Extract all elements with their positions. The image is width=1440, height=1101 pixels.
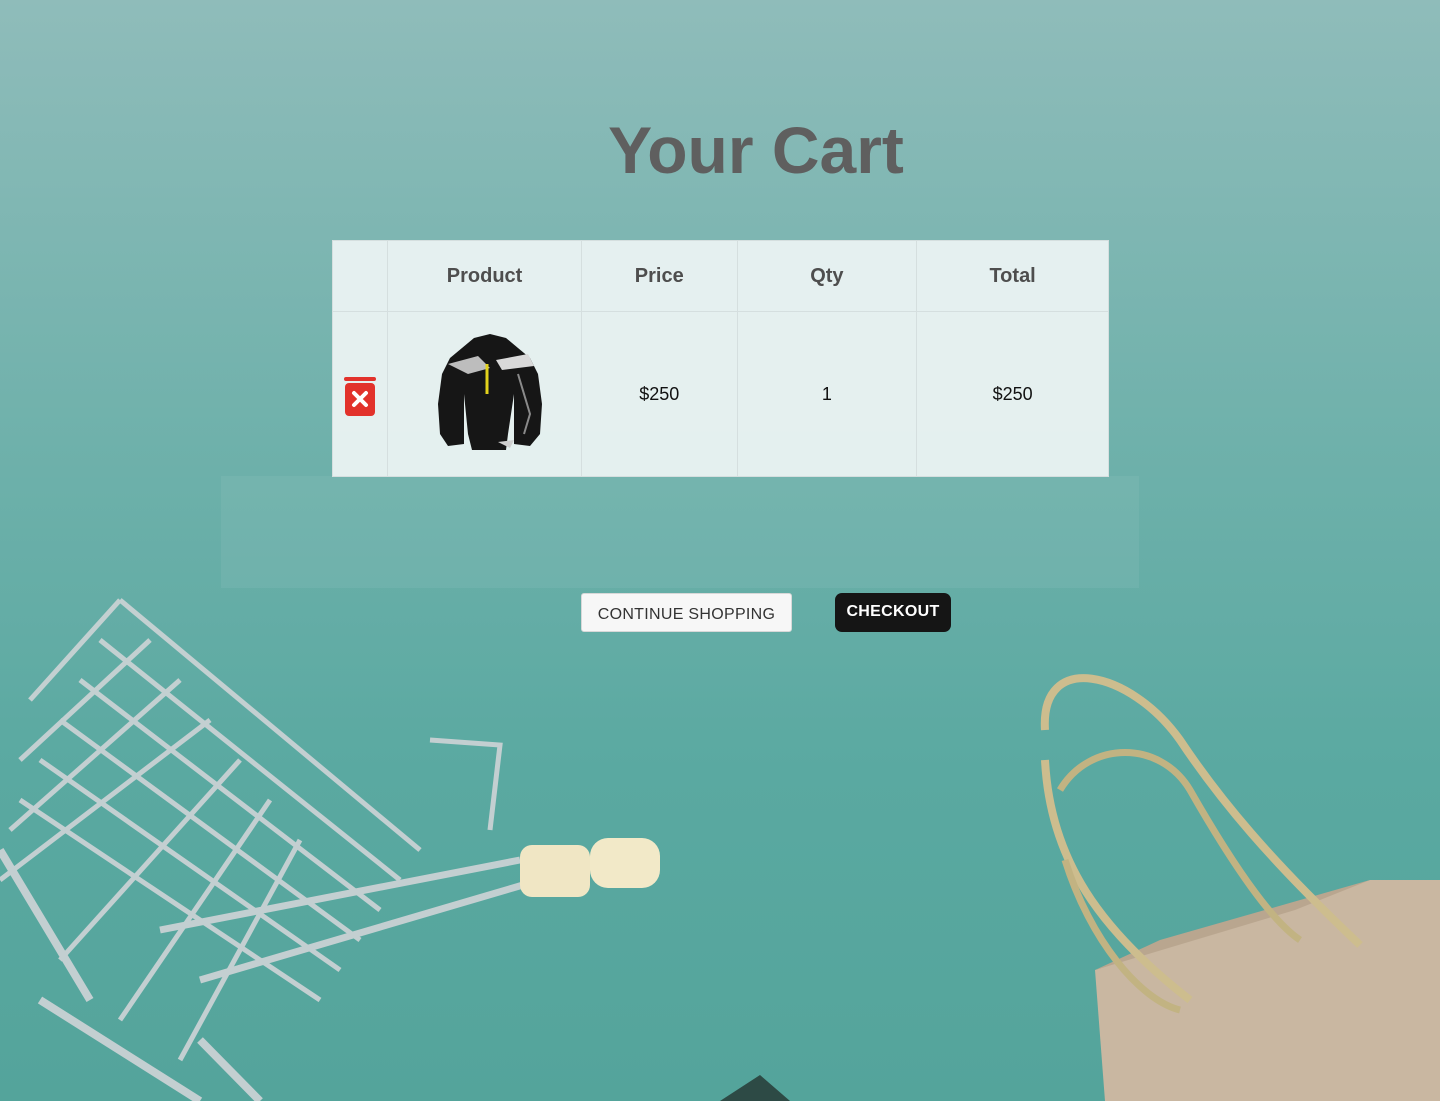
shopping-bag-illustration bbox=[1040, 674, 1440, 1101]
shopping-cart-illustration bbox=[0, 598, 541, 1101]
cart-table: Product Price Qty Total $250 1 $250 bbox=[331, 240, 1109, 477]
remove-cell bbox=[331, 311, 389, 477]
header-product: Product bbox=[387, 240, 582, 312]
total-cell: $250 bbox=[916, 311, 1109, 477]
price-cell: $250 bbox=[580, 311, 738, 477]
cart-summary-panel bbox=[221, 476, 1139, 588]
page-title: Your Cart bbox=[608, 113, 904, 187]
qty-cell[interactable]: 1 bbox=[736, 311, 918, 477]
cart-handle-illustration bbox=[520, 838, 660, 897]
header-total: Total bbox=[916, 240, 1109, 312]
header-price: Price bbox=[580, 240, 738, 312]
product-cell bbox=[387, 311, 582, 477]
checkout-button[interactable]: CHECKOUT bbox=[835, 593, 951, 632]
cart-header-row: Product Price Qty Total bbox=[331, 240, 1109, 312]
remove-item-button[interactable] bbox=[343, 376, 377, 422]
cart-item-row: $250 1 $250 bbox=[331, 311, 1109, 477]
header-remove bbox=[331, 240, 389, 312]
trash-x-icon bbox=[344, 376, 377, 416]
jacket-image[interactable] bbox=[437, 333, 542, 455]
header-qty: Qty bbox=[736, 240, 918, 312]
dark-object-illustration bbox=[720, 1075, 790, 1101]
continue-shopping-button[interactable]: CONTINUE SHOPPING bbox=[581, 593, 792, 632]
